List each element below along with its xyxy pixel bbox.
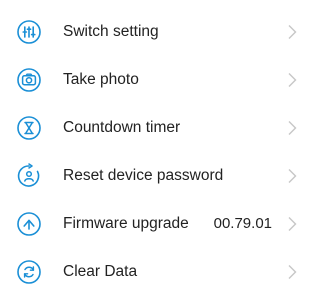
upgrade-icon bbox=[16, 211, 42, 237]
reset-device-password-item[interactable]: Reset device password bbox=[0, 155, 304, 195]
switch-setting-item[interactable]: Switch setting bbox=[0, 11, 304, 51]
camera-icon bbox=[16, 67, 42, 93]
firmware-upgrade-label: Firmware upgrade bbox=[63, 215, 189, 232]
clear-data-item[interactable]: Clear Data bbox=[0, 251, 304, 291]
clear-data-label: Clear Data bbox=[63, 263, 138, 280]
countdown-timer-label: Countdown timer bbox=[63, 119, 181, 136]
take-photo-item[interactable]: Take photo bbox=[0, 59, 304, 99]
chevron-right-icon bbox=[287, 24, 297, 40]
switch-setting-label: Switch setting bbox=[63, 23, 159, 40]
switch-icon bbox=[16, 19, 42, 45]
take-photo-label: Take photo bbox=[63, 71, 139, 88]
settings-list: Switch setting Take photo Countdown time… bbox=[0, 0, 304, 297]
chevron-right-icon bbox=[287, 120, 297, 136]
reset-device-password-label: Reset device password bbox=[63, 167, 224, 184]
timer-icon bbox=[16, 115, 42, 141]
reset-password-icon bbox=[16, 163, 42, 189]
chevron-right-icon bbox=[287, 264, 297, 280]
chevron-right-icon bbox=[287, 216, 297, 232]
countdown-timer-item[interactable]: Countdown timer bbox=[0, 107, 304, 147]
chevron-right-icon bbox=[287, 72, 297, 88]
clear-data-icon bbox=[16, 259, 42, 285]
firmware-upgrade-item[interactable]: Firmware upgrade 00.79.01 bbox=[0, 203, 304, 243]
chevron-right-icon bbox=[287, 168, 297, 184]
firmware-version: 00.79.01 bbox=[213, 215, 272, 232]
